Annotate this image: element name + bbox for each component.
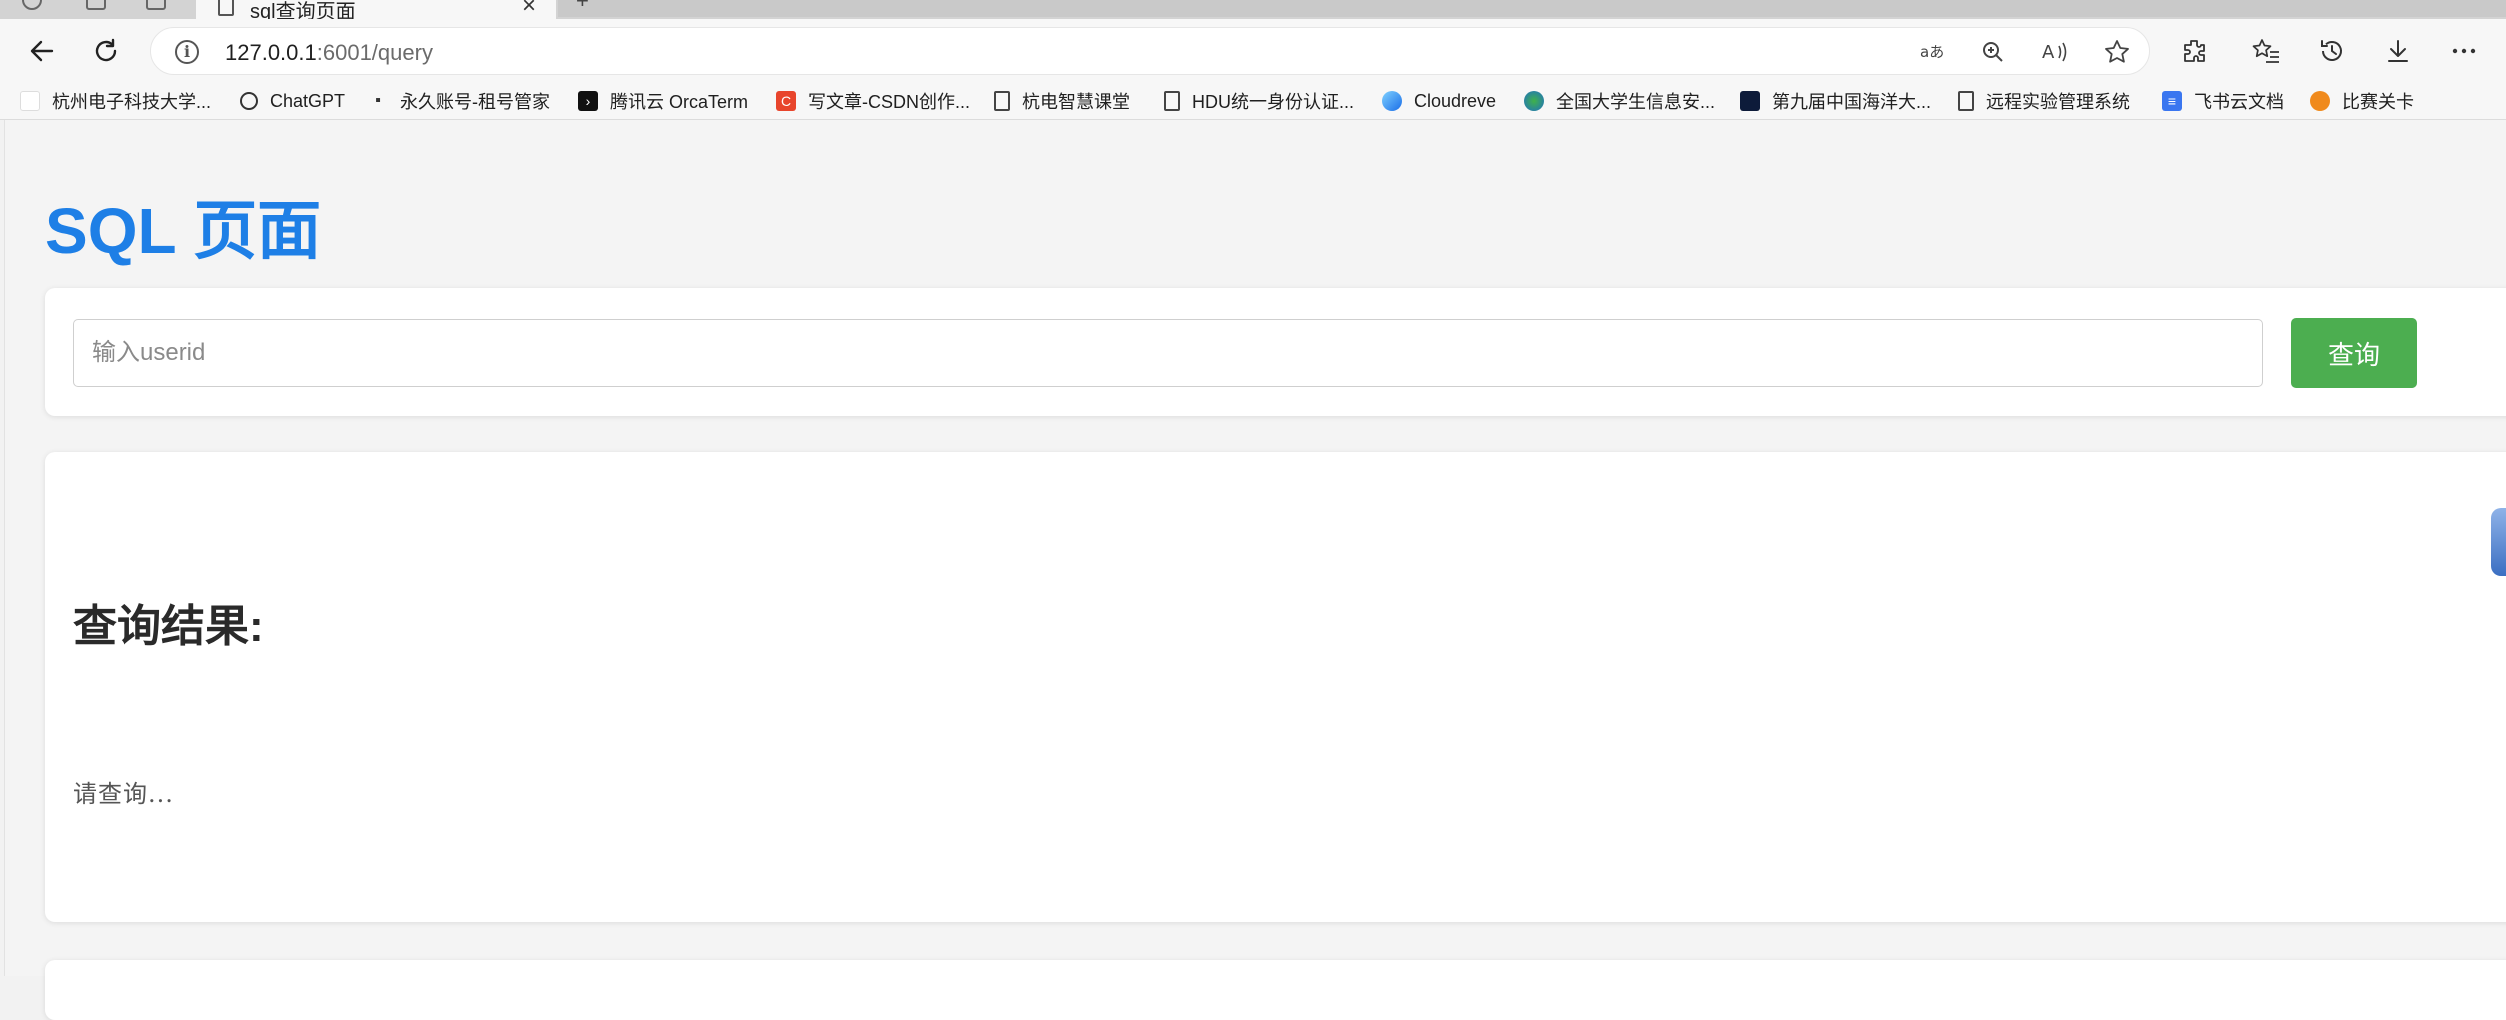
workspaces-icon[interactable]: [86, 0, 106, 10]
cloudreve-icon: [1382, 91, 1402, 111]
svg-text:A: A: [2042, 42, 2055, 63]
bookmark-item[interactable]: ▪ 永久账号-租号管家: [368, 88, 550, 114]
feishu-doc-icon: ≡: [2162, 91, 2182, 111]
bookmark-label: 杭电智慧课堂: [1022, 92, 1130, 112]
browser-toolbar: i 127.0.0.1:6001/query aあ A: [0, 19, 2506, 82]
orcaterm-icon: ›: [578, 91, 598, 111]
bookmark-label: HDU统一身份认证...: [1192, 92, 1354, 112]
bookmark-item[interactable]: 第九届中国海洋大...: [1740, 88, 1931, 114]
bookmark-label: 腾讯云 OrcaTerm: [610, 92, 749, 112]
page-icon: [20, 91, 40, 111]
bookmark-label: 远程实验管理系统: [1986, 92, 2130, 112]
bookmark-item[interactable]: ≡ 飞书云文档: [2162, 88, 2284, 114]
game-icon: [2310, 91, 2330, 111]
favorite-star-icon[interactable]: [2103, 38, 2131, 66]
globe-icon: [1524, 91, 1544, 111]
bookmark-label: 杭州电子科技大学...: [52, 92, 212, 112]
query-card: 查询: [45, 288, 2506, 416]
bookmark-item[interactable]: 杭电智慧课堂: [994, 88, 1130, 114]
downloads-icon[interactable]: [2380, 33, 2416, 69]
history-icon[interactable]: [2314, 33, 2350, 69]
ocean-icon: [1740, 91, 1760, 111]
zoom-icon[interactable]: [1979, 38, 2007, 66]
bookmark-item[interactable]: 比赛关卡: [2310, 88, 2414, 114]
bookmark-item[interactable]: HDU统一身份认证...: [1164, 88, 1354, 114]
next-card: [45, 960, 2506, 1020]
bookmark-item[interactable]: 远程实验管理系统: [1958, 88, 2130, 114]
page-viewport: SQL 页面 查询 查询结果: 请查询...: [4, 120, 2506, 1020]
bookmark-label: 飞书云文档: [2194, 92, 2284, 112]
query-button[interactable]: 查询: [2291, 318, 2417, 388]
csdn-icon: C: [776, 91, 796, 111]
tab-actions-icon[interactable]: [146, 0, 166, 10]
address-bar[interactable]: i 127.0.0.1:6001/query aあ A: [150, 27, 2150, 75]
result-text: 请查询...: [73, 780, 174, 808]
profile-icon[interactable]: [22, 0, 42, 10]
new-tab-icon[interactable]: +: [576, 0, 589, 14]
bookmark-label: ChatGPT: [270, 90, 346, 111]
tab-title: sql查询页面: [250, 1, 356, 19]
bookmark-label: 全国大学生信息安...: [1556, 92, 1716, 112]
bookmark-item[interactable]: 全国大学生信息安...: [1524, 88, 1715, 114]
site-info-icon[interactable]: i: [175, 40, 199, 64]
more-icon[interactable]: [2446, 33, 2482, 69]
bookmark-item[interactable]: C 写文章-CSDN创作...: [776, 88, 970, 114]
page-icon: [218, 0, 234, 16]
url-host: 127.0.0.1: [225, 40, 317, 65]
favorites-icon[interactable]: [2248, 33, 2284, 69]
read-aloud-icon[interactable]: A: [2041, 38, 2069, 66]
bookmark-item[interactable]: Cloudreve: [1382, 88, 1496, 114]
page-title: SQL 页面: [45, 195, 322, 267]
bookmark-item[interactable]: 杭州电子科技大学...: [20, 88, 211, 114]
result-card: 查询结果: 请查询...: [45, 452, 2506, 922]
bookmark-item[interactable]: ChatGPT: [240, 88, 345, 114]
userid-input[interactable]: [73, 319, 2263, 387]
chatgpt-icon: [240, 92, 258, 110]
read-aloud-language-icon[interactable]: aあ: [1919, 38, 1947, 66]
tab-strip-empty: +: [558, 0, 2506, 17]
close-tab-icon[interactable]: ×: [522, 0, 536, 19]
back-button[interactable]: [22, 31, 62, 71]
page-icon: [1164, 91, 1180, 111]
page-icon: [994, 91, 1010, 111]
bookmarks-bar: 杭州电子科技大学... ChatGPT ▪ 永久账号-租号管家 › 腾讯云 Or…: [0, 82, 2506, 120]
bookmark-label: 第九届中国海洋大...: [1772, 92, 1932, 112]
tab-sql-query[interactable]: sql查询页面 ×: [196, 0, 556, 19]
bookmark-label: 比赛关卡: [2342, 92, 2414, 112]
back-arrow-icon: [30, 40, 54, 62]
page-icon: [1958, 91, 1974, 111]
bookmark-label: Cloudreve: [1414, 90, 1497, 111]
extensions-icon[interactable]: [2176, 33, 2212, 69]
url-text[interactable]: 127.0.0.1:6001/query: [225, 40, 433, 66]
sidebar-toggle-icon[interactable]: [2491, 508, 2506, 576]
refresh-button[interactable]: [86, 31, 126, 71]
refresh-icon: [95, 38, 117, 62]
tab-strip: sql查询页面 × +: [0, 0, 2506, 19]
bookmark-item[interactable]: › 腾讯云 OrcaTerm: [578, 88, 748, 114]
bookmark-label: 永久账号-租号管家: [400, 92, 550, 112]
url-path: :6001/query: [316, 40, 433, 65]
terminal-icon: ▪: [375, 92, 381, 109]
svg-text:aあ: aあ: [1920, 43, 1944, 61]
result-heading: 查询结果:: [73, 602, 264, 651]
bookmark-label: 写文章-CSDN创作...: [808, 92, 970, 112]
